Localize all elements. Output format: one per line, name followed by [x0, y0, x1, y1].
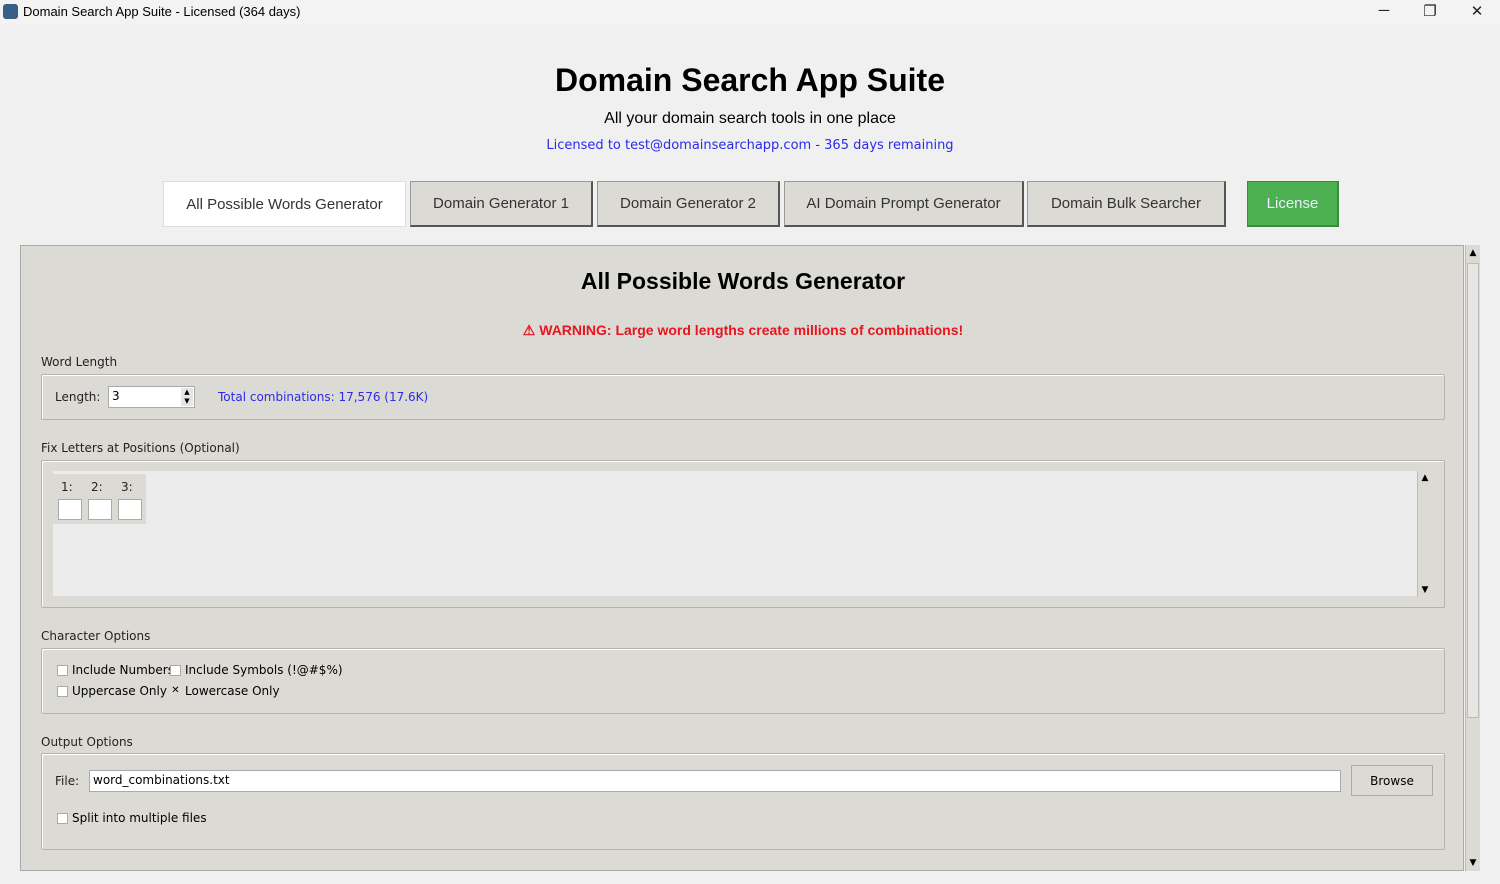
checkbox-label: Include Symbols (!@#$%): [185, 663, 343, 677]
close-button[interactable]: ✕: [1462, 2, 1492, 20]
window-title: Domain Search App Suite - Licensed (364 …: [23, 4, 301, 19]
warning-text: WARNING: Large word lengths create milli…: [539, 322, 964, 338]
char-options-group: Include Numbers Include Symbols (!@#$%) …: [41, 648, 1445, 714]
fix-letters-canvas: 1: 2: 3:: [53, 471, 1419, 596]
panel-title: All Possible Words Generator: [580, 268, 906, 294]
position-1-input[interactable]: [58, 499, 82, 520]
license-button[interactable]: License: [1247, 181, 1339, 227]
check-mark-icon[interactable]: ✕: [170, 685, 181, 697]
scroll-down-icon[interactable]: ▼: [1466, 858, 1480, 868]
scrollbar-thumb[interactable]: [1467, 263, 1479, 718]
fix-letters-group: 1: 2: 3: ▲ ▼: [41, 460, 1445, 608]
char-options-section-label: Character Options: [41, 629, 151, 643]
checkbox-box[interactable]: [57, 812, 68, 824]
output-options-section-label: Output Options: [41, 735, 133, 749]
app-subtitle: All your domain search tools in one plac…: [604, 110, 896, 127]
fix-letters-section-label: Fix Letters at Positions (Optional): [41, 441, 240, 455]
warning-icon: ⚠: [522, 322, 540, 338]
position-label: 3:: [121, 480, 133, 494]
checkbox-box[interactable]: [57, 664, 68, 676]
license-status: Licensed to test@domainsearchapp.com - 3…: [546, 138, 954, 153]
app-icon: [3, 4, 18, 19]
checkbox-label: Uppercase Only: [72, 684, 167, 698]
length-label: Length:: [55, 390, 101, 404]
browse-button[interactable]: Browse: [1351, 765, 1433, 796]
tab-ai-domain-prompt[interactable]: AI Domain Prompt Generator: [784, 181, 1024, 227]
word-length-group: Length: 3 ▲ ▼ Total combinations: 17,576 …: [41, 374, 1445, 420]
split-files-checkbox[interactable]: Split into multiple files: [57, 811, 207, 825]
fix-letters-scrollbar[interactable]: ▲ ▼: [1417, 471, 1433, 597]
output-options-group: File: word_combinations.txt Browse Split…: [41, 753, 1445, 850]
total-combinations: Total combinations: 17,576 (17.6K): [218, 390, 429, 404]
lowercase-only-checkbox[interactable]: ✕ Lowercase Only: [170, 684, 280, 698]
length-value: 3: [112, 389, 120, 403]
position-fields: 1: 2: 3:: [53, 474, 146, 524]
checkbox-box[interactable]: [57, 685, 68, 697]
checkbox-label: Split into multiple files: [72, 811, 207, 825]
uppercase-only-checkbox[interactable]: Uppercase Only: [57, 684, 167, 698]
word-length-section-label: Word Length: [41, 355, 118, 369]
minimize-button[interactable]: ─: [1369, 2, 1399, 19]
checkbox-box[interactable]: [170, 664, 181, 676]
tab-domain-generator-2[interactable]: Domain Generator 2: [597, 181, 780, 227]
include-numbers-checkbox[interactable]: Include Numbers: [57, 663, 174, 677]
position-label: 1:: [61, 480, 73, 494]
scroll-up-icon[interactable]: ▲: [1418, 473, 1432, 483]
spin-arrows[interactable]: ▲ ▼: [181, 388, 193, 406]
position-3-input[interactable]: [118, 499, 142, 520]
file-label: File:: [55, 774, 80, 788]
scroll-up-icon[interactable]: ▲: [1466, 248, 1480, 258]
title-bar: Domain Search App Suite - Licensed (364 …: [0, 0, 1500, 24]
checkbox-label: Lowercase Only: [185, 684, 280, 698]
main-scrollbar[interactable]: ▲ ▼: [1465, 245, 1480, 871]
restore-button[interactable]: ❐: [1415, 2, 1445, 20]
warning-message: ⚠ WARNING: Large word lengths create mil…: [21, 322, 1465, 339]
position-2-input[interactable]: [88, 499, 112, 520]
length-spinbox[interactable]: 3 ▲ ▼: [108, 386, 195, 408]
tab-panel: All Possible Words Generator ⚠ WARNING: …: [20, 245, 1464, 871]
file-input[interactable]: word_combinations.txt: [89, 770, 1341, 792]
include-symbols-checkbox[interactable]: Include Symbols (!@#$%): [170, 663, 343, 677]
tab-domain-bulk-searcher[interactable]: Domain Bulk Searcher: [1027, 181, 1226, 227]
position-label: 2:: [91, 480, 103, 494]
tab-domain-generator-1[interactable]: Domain Generator 1: [410, 181, 593, 227]
scroll-down-icon[interactable]: ▼: [1418, 585, 1432, 595]
tab-all-possible-words[interactable]: All Possible Words Generator: [163, 181, 406, 227]
checkbox-label: Include Numbers: [72, 663, 174, 677]
app-title: Domain Search App Suite: [555, 62, 945, 98]
